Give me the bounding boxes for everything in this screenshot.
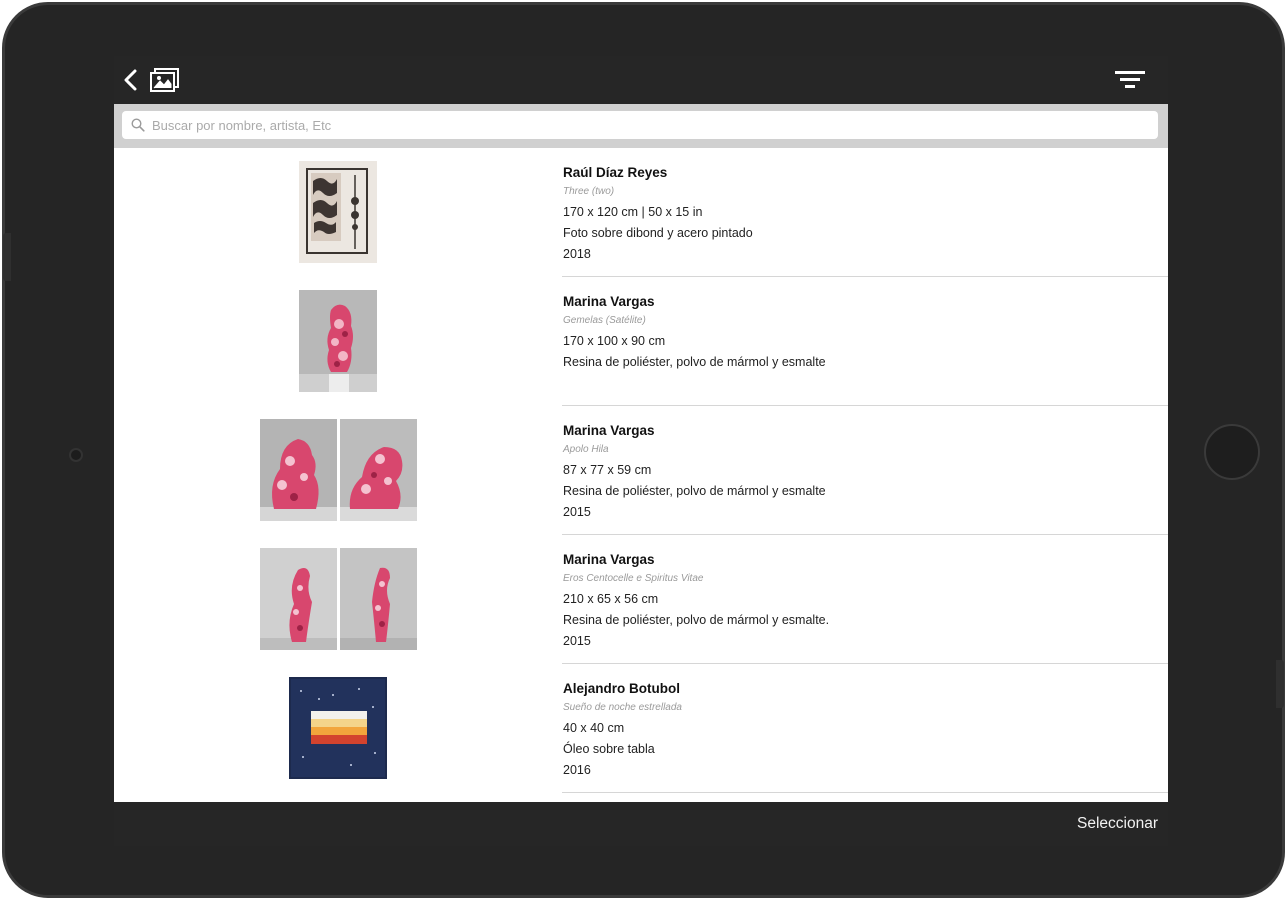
search-icon xyxy=(131,118,145,132)
artwork-info: Marina Vargas Gemelas (Satélite) 170 x 1… xyxy=(563,294,1163,370)
artwork-dimensions: 170 x 120 cm | 50 x 15 in xyxy=(563,205,703,219)
artwork-thumbnail xyxy=(114,664,562,792)
artwork-row[interactable]: Marina Vargas Apolo Hila 87 x 77 x 59 cm… xyxy=(114,406,1168,535)
artwork-image xyxy=(259,548,337,650)
artist-name: Alejandro Botubol xyxy=(563,681,680,696)
artwork-list: Raúl Díaz Reyes Three (two) 170 x 120 cm… xyxy=(114,148,1168,802)
artwork-dimensions: 170 x 100 x 90 cm xyxy=(563,334,666,348)
nav-bar xyxy=(114,56,1168,104)
search-input[interactable] xyxy=(152,111,1152,139)
artwork-dimensions: 210 x 65 x 56 cm xyxy=(563,592,659,606)
artwork-image xyxy=(289,677,387,779)
volume-button xyxy=(3,233,11,281)
artwork-image xyxy=(299,161,377,263)
filter-button[interactable] xyxy=(1114,68,1146,92)
artist-name: Raúl Díaz Reyes xyxy=(563,165,668,180)
filter-icon xyxy=(1115,71,1145,88)
artwork-year: 2015 xyxy=(563,505,591,519)
artwork-image xyxy=(259,419,337,521)
artwork-medium: Foto sobre dibond y acero pintado xyxy=(563,226,753,240)
front-camera xyxy=(69,448,83,462)
artist-name: Marina Vargas xyxy=(563,294,655,309)
artwork-title: Apolo Hila xyxy=(563,444,609,455)
artwork-title: Three (two) xyxy=(563,186,615,197)
artwork-year: 2016 xyxy=(563,763,591,777)
artwork-row[interactable]: Marina Vargas Gemelas (Satélite) 170 x 1… xyxy=(114,277,1168,406)
artwork-year: 2018 xyxy=(563,247,591,261)
artwork-medium: Resina de poliéster, polvo de mármol y e… xyxy=(563,484,826,498)
row-divider xyxy=(562,792,1168,793)
artwork-thumbnail xyxy=(114,148,562,276)
artwork-medium: Óleo sobre tabla xyxy=(563,742,655,756)
bottom-toolbar: Seleccionar xyxy=(114,802,1168,846)
artwork-info: Marina Vargas Eros Centocelle e Spiritus… xyxy=(563,552,1163,649)
side-button xyxy=(1276,660,1284,708)
artwork-info: Alejandro Botubol Sueño de noche estrell… xyxy=(563,681,1163,778)
artwork-title: Eros Centocelle e Spiritus Vitae xyxy=(563,573,704,584)
select-button[interactable]: Seleccionar xyxy=(1077,815,1158,833)
artwork-title: Sueño de noche estrellada xyxy=(563,702,682,713)
artwork-thumbnail xyxy=(114,535,562,663)
search-box xyxy=(122,111,1158,139)
artwork-title: Gemelas (Satélite) xyxy=(563,315,646,326)
app-screen: Raúl Díaz Reyes Three (two) 170 x 120 cm… xyxy=(114,56,1168,846)
artwork-dimensions: 87 x 77 x 59 cm xyxy=(563,463,652,477)
back-button[interactable] xyxy=(120,68,142,92)
artist-name: Marina Vargas xyxy=(563,552,655,567)
artwork-dimensions: 40 x 40 cm xyxy=(563,721,625,735)
artwork-info: Raúl Díaz Reyes Three (two) 170 x 120 cm… xyxy=(563,165,1163,262)
artwork-medium: Resina de poliéster, polvo de mármol y e… xyxy=(563,355,826,369)
artwork-thumbnail xyxy=(114,406,562,534)
artwork-row[interactable]: Raúl Díaz Reyes Three (two) 170 x 120 cm… xyxy=(114,148,1168,277)
artwork-row[interactable]: Marina Vargas Eros Centocelle e Spiritus… xyxy=(114,535,1168,664)
search-bar xyxy=(114,104,1168,148)
gallery-icon xyxy=(150,68,179,92)
artwork-medium: Resina de poliéster, polvo de mármol y e… xyxy=(563,613,830,627)
artwork-image xyxy=(299,290,377,392)
home-button[interactable] xyxy=(1204,424,1260,480)
artwork-year: 2015 xyxy=(563,634,591,648)
gallery-button[interactable] xyxy=(150,68,180,92)
artist-name: Marina Vargas xyxy=(563,423,655,438)
artwork-thumbnail xyxy=(114,277,562,405)
chevron-left-icon xyxy=(124,69,137,91)
artwork-image xyxy=(339,419,417,521)
artwork-image xyxy=(339,548,417,650)
artwork-info: Marina Vargas Apolo Hila 87 x 77 x 59 cm… xyxy=(563,423,1163,520)
artwork-row[interactable]: Alejandro Botubol Sueño de noche estrell… xyxy=(114,664,1168,793)
